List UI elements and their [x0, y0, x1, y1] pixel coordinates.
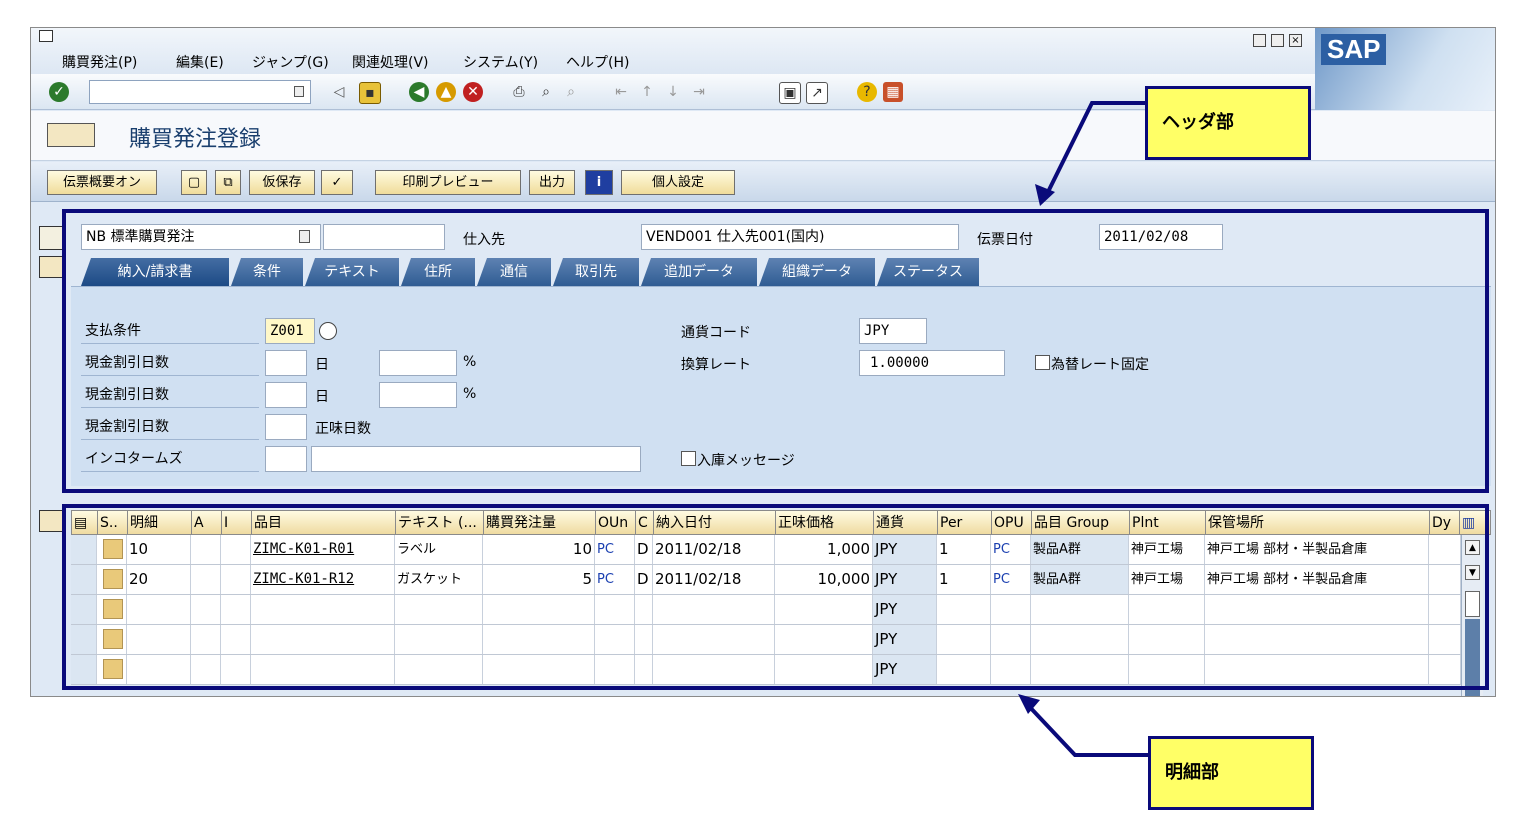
header-callout-label: ヘッダ部 [1162, 112, 1234, 133]
header-callout: ヘッダ部 [1145, 86, 1311, 160]
header-callout-arrow [1043, 101, 1145, 199]
item-callout: 明細部 [1148, 736, 1314, 810]
item-callout-arrow [1023, 700, 1148, 757]
item-callout-label: 明細部 [1165, 762, 1219, 783]
item-arrowhead-icon [1018, 694, 1040, 714]
